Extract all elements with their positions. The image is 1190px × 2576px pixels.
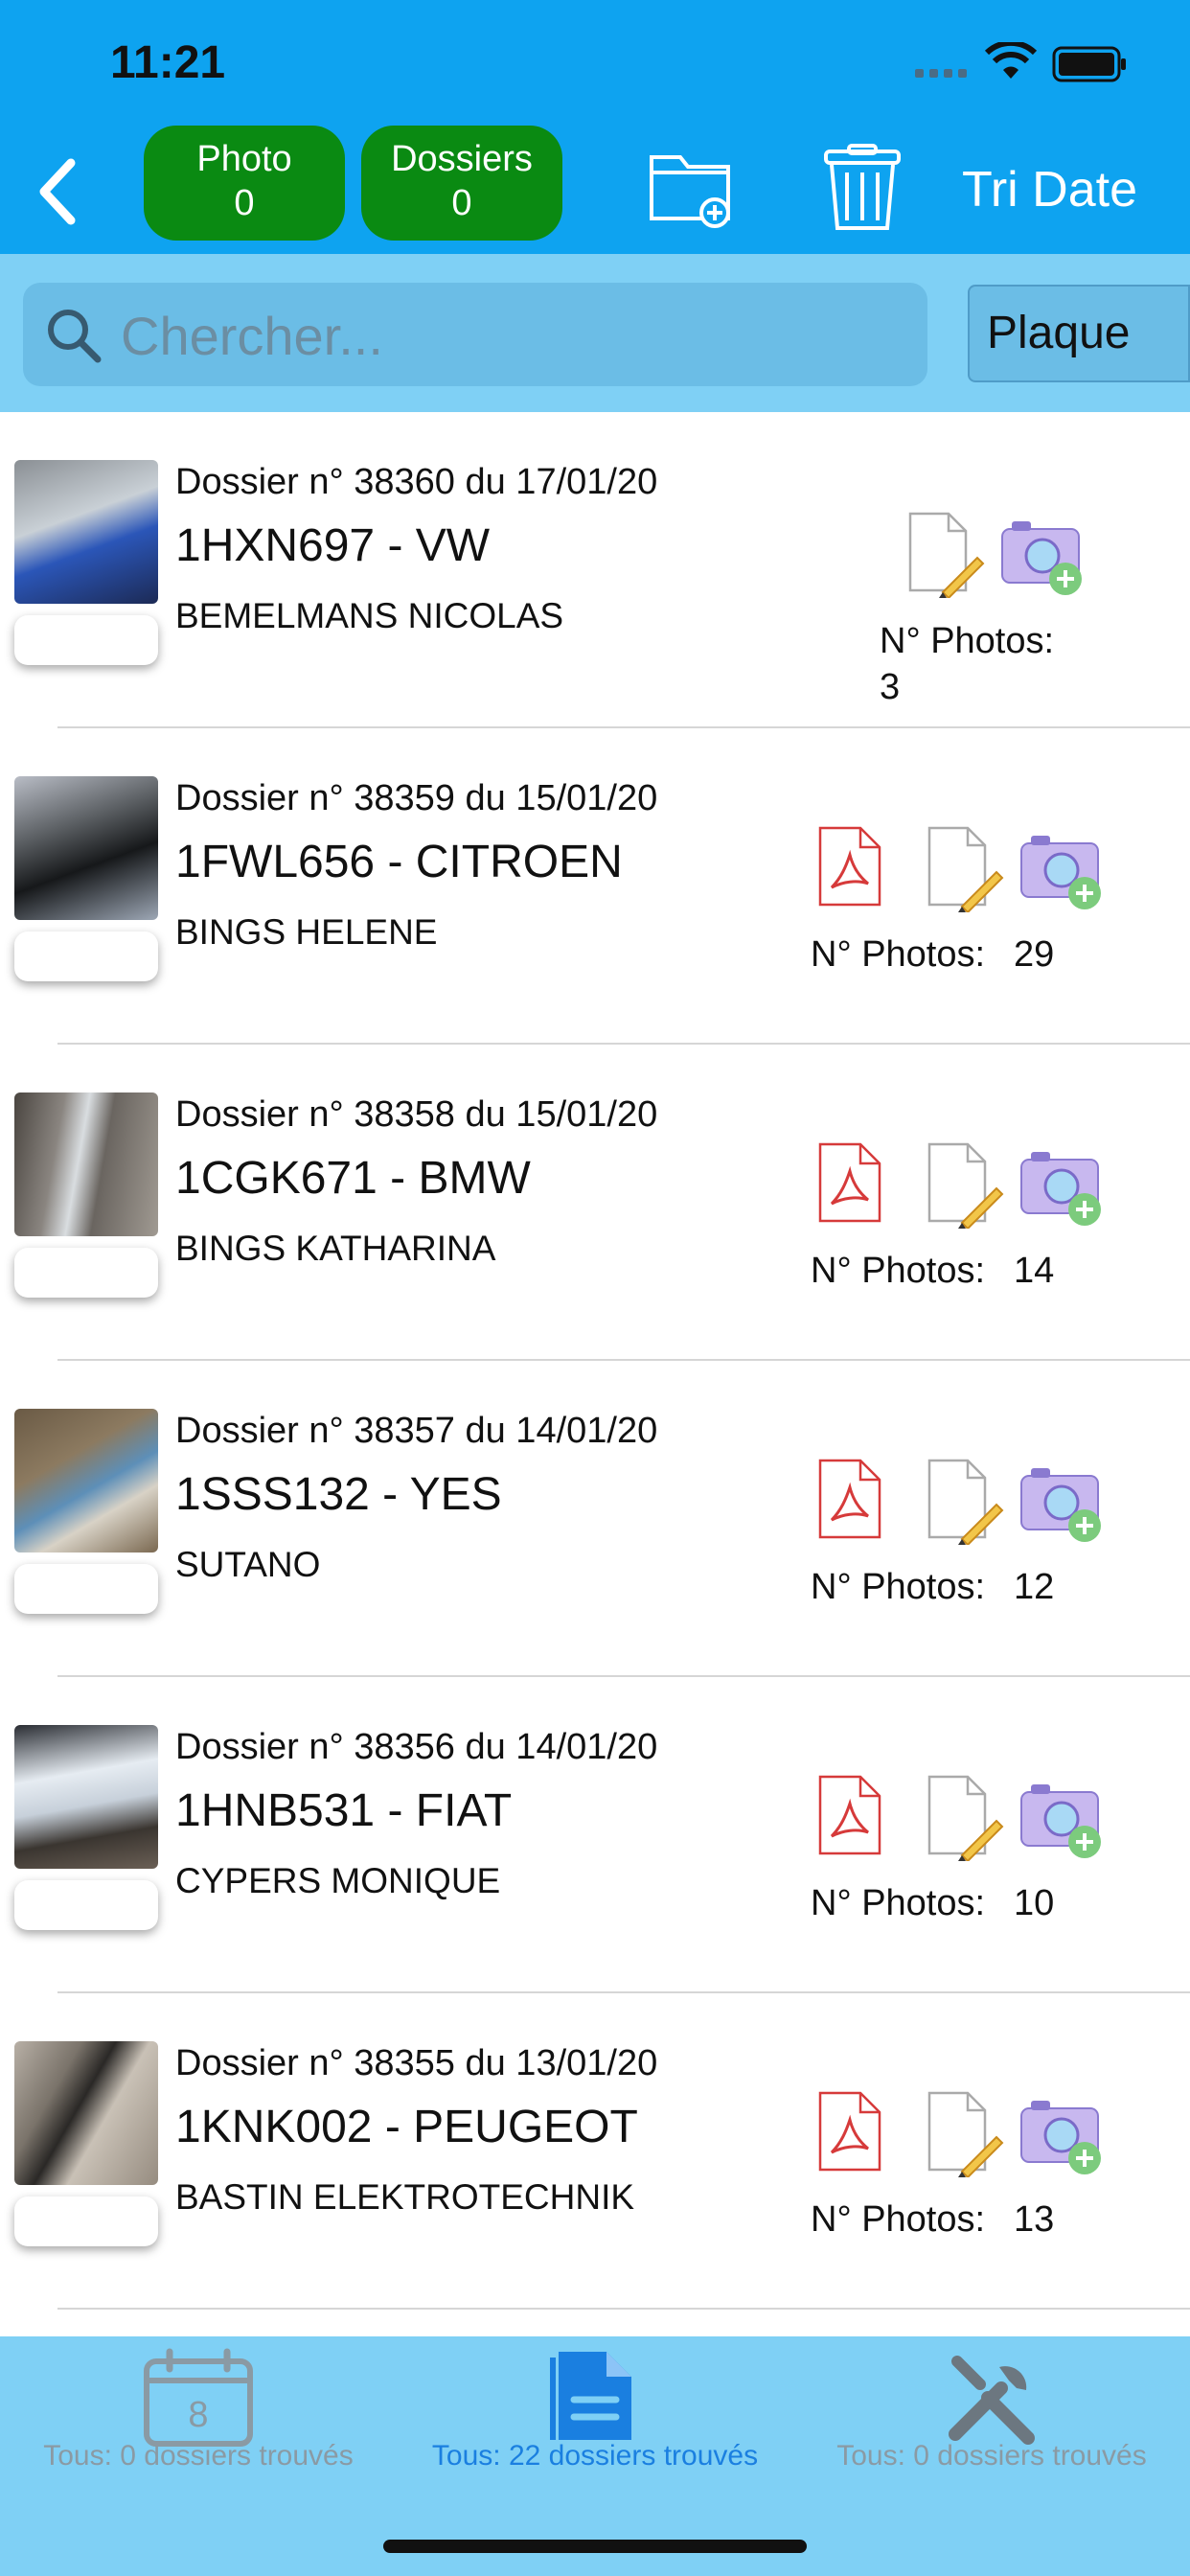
- dossier-plate: 1KNK002 - PEUGEOT: [175, 2102, 638, 2152]
- photo-count-label: N° Photos:: [811, 1251, 986, 1291]
- add-photo-icon[interactable]: [998, 516, 1087, 598]
- search-icon: [48, 310, 102, 363]
- folder-add-icon[interactable]: [648, 144, 736, 232]
- edit-document-icon[interactable]: [924, 1140, 1004, 1229]
- list-item[interactable]: Dossier n° 38355 du 13/01/20 1KNK002 - P…: [0, 1993, 1190, 2310]
- search-input[interactable]: [119, 294, 908, 377]
- list-item[interactable]: Dossier n° 38357 du 14/01/20 1SSS132 - Y…: [0, 1361, 1190, 1677]
- dossier-title: Dossier n° 38357 du 14/01/20: [175, 1411, 658, 1451]
- dossier-title: Dossier n° 38356 du 14/01/20: [175, 1727, 658, 1767]
- dossiers-counter-label: Dossiers: [391, 139, 533, 179]
- cellular-signal-icon: [915, 69, 967, 78]
- dossier-tag[interactable]: [14, 1564, 158, 1614]
- edit-document-icon[interactable]: [924, 2089, 1004, 2177]
- tab-tools[interactable]: Tous: 0 dossiers trouvés: [793, 2336, 1190, 2499]
- home-indicator: [383, 2540, 807, 2553]
- tab-calendar[interactable]: 8 Tous: 0 dossiers trouvés: [0, 2336, 397, 2499]
- dossier-thumbnail[interactable]: [14, 776, 158, 920]
- dossier-tag[interactable]: [14, 615, 158, 665]
- tab-calendar-label: Tous: 0 dossiers trouvés: [43, 2440, 354, 2472]
- pdf-icon[interactable]: [816, 1140, 883, 1225]
- dossier-title: Dossier n° 38358 du 15/01/20: [175, 1094, 658, 1135]
- dossier-plate: 1HNB531 - FIAT: [175, 1785, 513, 1836]
- dossier-owner: BASTIN ELEKTROTECHNIK: [175, 2177, 635, 2217]
- dossier-plate: 1FWL656 - CITROEN: [175, 837, 623, 887]
- dossier-owner: SUTANO: [175, 1545, 321, 1584]
- dossier-tag[interactable]: [14, 932, 158, 981]
- tab-tools-label: Tous: 0 dossiers trouvés: [836, 2440, 1147, 2472]
- dossier-thumbnail[interactable]: [14, 2041, 158, 2185]
- photo-count-label: N° Photos:: [811, 2199, 986, 2240]
- photo-count-label: N° Photos:: [880, 621, 1055, 661]
- photo-count-label: N° Photos:: [811, 1567, 986, 1607]
- dossier-plate: 1SSS132 - YES: [175, 1469, 502, 1520]
- photo-counter-value: 0: [234, 183, 255, 223]
- nav-header: 11:21 Photo 0 Dossiers 0 Tri Date: [0, 0, 1190, 254]
- photo-count-value: 14: [1014, 1251, 1055, 1291]
- svg-text:8: 8: [188, 2395, 208, 2435]
- tools-icon: [949, 2356, 1035, 2445]
- photo-count-value: 13: [1014, 2199, 1055, 2240]
- document-icon: [550, 2352, 631, 2440]
- dossier-owner: CYPERS MONIQUE: [175, 1861, 501, 1900]
- dossier-tag[interactable]: [14, 1880, 158, 1930]
- dossier-plate: 1CGK671 - BMW: [175, 1153, 531, 1204]
- plaque-filter-button[interactable]: Plaque: [968, 285, 1190, 382]
- list-item[interactable]: Dossier n° 38359 du 15/01/20 1FWL656 - C…: [0, 728, 1190, 1045]
- edit-document-icon[interactable]: [904, 510, 985, 598]
- search-bar: Plaque: [0, 254, 1190, 412]
- trash-icon[interactable]: [822, 144, 903, 232]
- dossier-thumbnail[interactable]: [14, 1409, 158, 1552]
- dossier-owner: BINGS HELENE: [175, 912, 438, 952]
- edit-document-icon[interactable]: [924, 1457, 1004, 1545]
- search-field[interactable]: [23, 283, 927, 386]
- dossiers-counter-button[interactable]: Dossiers 0: [361, 126, 562, 241]
- photo-counter-button[interactable]: Photo 0: [144, 126, 345, 241]
- wifi-icon: [985, 42, 1037, 79]
- pdf-icon[interactable]: [816, 1773, 883, 1857]
- dossier-thumbnail[interactable]: [14, 1725, 158, 1869]
- dossier-owner: BINGS KATHARINA: [175, 1229, 496, 1268]
- dossier-owner: BEMELMANS NICOLAS: [175, 596, 564, 635]
- pdf-icon[interactable]: [816, 824, 883, 908]
- photo-count-value: 10: [1014, 1883, 1055, 1923]
- dossier-title: Dossier n° 38360 du 17/01/20: [175, 462, 658, 502]
- list-item[interactable]: Dossier n° 38360 du 17/01/20 1HXN697 - V…: [0, 412, 1190, 728]
- dossier-tag[interactable]: [14, 1248, 158, 1298]
- dossier-tag[interactable]: [14, 2196, 158, 2246]
- photo-counter-label: Photo: [196, 139, 292, 179]
- dossier-thumbnail[interactable]: [14, 1092, 158, 1236]
- tab-dossiers[interactable]: Tous: 22 dossiers trouvés: [397, 2336, 793, 2499]
- battery-icon: [1052, 46, 1126, 82]
- calendar-icon: 8: [144, 2348, 253, 2447]
- photo-count-value: 12: [1014, 1567, 1055, 1607]
- add-photo-icon[interactable]: [1018, 2095, 1106, 2177]
- add-photo-icon[interactable]: [1018, 1146, 1106, 1229]
- dossier-title: Dossier n° 38359 du 15/01/20: [175, 778, 658, 818]
- list-item[interactable]: Dossier n° 38358 du 15/01/20 1CGK671 - B…: [0, 1045, 1190, 1361]
- photo-count-value: 3: [880, 667, 901, 707]
- pdf-icon[interactable]: [816, 2089, 883, 2174]
- status-time: 11:21: [110, 37, 226, 88]
- tab-dossiers-label: Tous: 22 dossiers trouvés: [431, 2440, 759, 2472]
- sort-date-button[interactable]: Tri Date: [962, 161, 1137, 218]
- photo-count-value: 29: [1014, 934, 1055, 975]
- edit-document-icon[interactable]: [924, 1773, 1004, 1861]
- row-divider: [57, 2308, 1190, 2310]
- photo-count-label: N° Photos:: [811, 934, 986, 975]
- dossier-thumbnail[interactable]: [14, 460, 158, 604]
- back-chevron-icon[interactable]: [29, 153, 86, 230]
- list-item[interactable]: Dossier n° 38356 du 14/01/20 1HNB531 - F…: [0, 1677, 1190, 1993]
- dossiers-counter-value: 0: [451, 183, 472, 223]
- add-photo-icon[interactable]: [1018, 1779, 1106, 1861]
- photo-count-label: N° Photos:: [811, 1883, 986, 1923]
- add-photo-icon[interactable]: [1018, 830, 1106, 912]
- dossier-title: Dossier n° 38355 du 13/01/20: [175, 2043, 658, 2083]
- dossier-plate: 1HXN697 - VW: [175, 520, 491, 571]
- add-photo-icon[interactable]: [1018, 1462, 1106, 1545]
- edit-document-icon[interactable]: [924, 824, 1004, 912]
- pdf-icon[interactable]: [816, 1457, 883, 1541]
